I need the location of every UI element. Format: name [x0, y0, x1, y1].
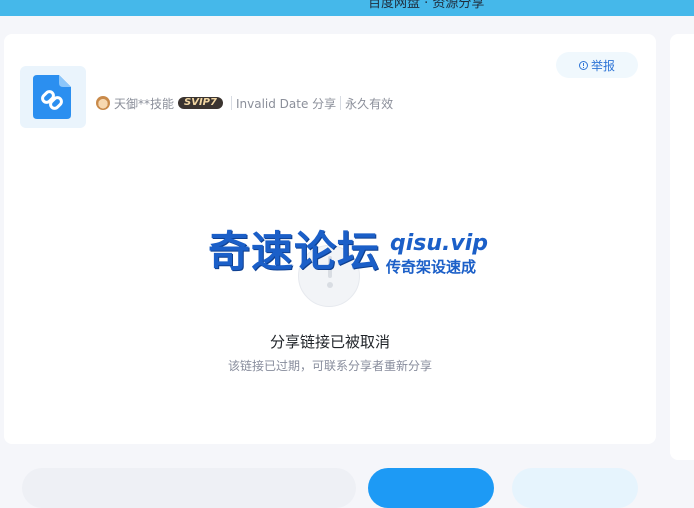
- bottom-input-field[interactable]: [22, 468, 356, 508]
- link-file-icon: [33, 75, 71, 119]
- window-title: 百度网盘 · 资源分享: [368, 0, 485, 11]
- file-thumbnail: [20, 66, 86, 128]
- status-title: 分享链接已被取消: [269, 333, 390, 351]
- watermark-slogan: 传奇架设速成: [386, 258, 477, 276]
- share-date: Invalid Date 分享: [235, 96, 337, 111]
- report-label: 举报: [590, 58, 615, 73]
- sharer-name[interactable]: 天御**技能: [114, 95, 174, 112]
- status-description: 该链接已过期，可联系分享者重新分享: [227, 359, 432, 373]
- share-validity: 永久有效: [345, 96, 394, 111]
- primary-action-button[interactable]: [368, 468, 494, 508]
- divider: [340, 96, 342, 110]
- vip-badge: SVIP7: [178, 97, 223, 109]
- user-avatar: [96, 96, 110, 110]
- alert-circle-icon: [578, 60, 588, 70]
- secondary-action-button[interactable]: [512, 468, 638, 508]
- side-panel: [670, 34, 694, 460]
- share-info: 天御**技能 SVIP7 Invalid Date 分享 永久有效: [96, 94, 393, 112]
- watermark-site: qisu.vip: [390, 231, 489, 256]
- window-title-bar: 百度网盘 · 资源分享: [0, 0, 694, 16]
- report-button[interactable]: 举报: [556, 52, 638, 78]
- divider: [230, 96, 232, 110]
- watermark-logo: 奇速论坛: [208, 227, 381, 276]
